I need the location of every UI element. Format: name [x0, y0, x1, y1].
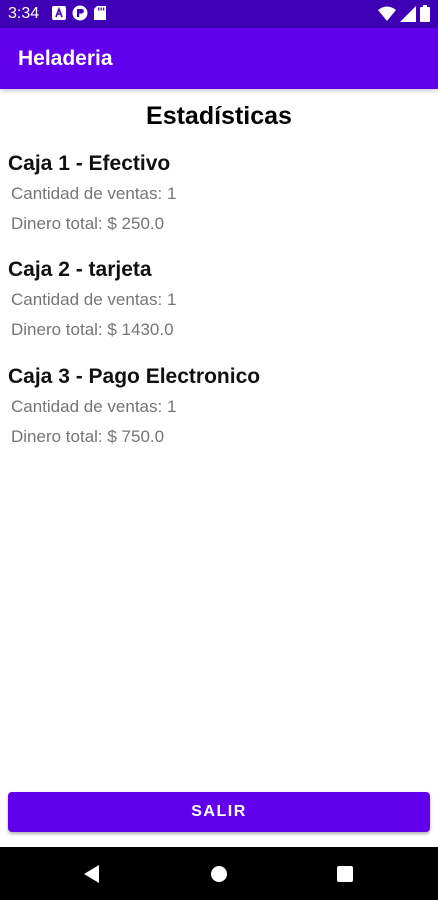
back-icon[interactable]: [83, 864, 101, 889]
sd-card-icon: [94, 6, 106, 25]
app-bar: Heladeria: [0, 28, 438, 89]
record-icon: [72, 5, 88, 26]
page-title: Estadísticas: [146, 102, 292, 130]
dinero-total: Dinero total: $ 250.0: [11, 214, 165, 233]
status-icons-right: [378, 5, 430, 27]
dinero-total: Dinero total: $ 750.0: [11, 427, 165, 446]
a-box-icon: [52, 6, 66, 25]
caja-title: Caja 3 - Pago Electronico: [8, 365, 261, 388]
app-title: Heladeria: [18, 47, 113, 70]
status-time: 3:34: [8, 5, 40, 22]
signal-icon: [400, 5, 416, 27]
cantidad-ventas: Cantidad de ventas: 1: [11, 184, 177, 203]
battery-icon: [420, 5, 430, 27]
status-icons-left: [52, 5, 106, 26]
navigation-bar: [0, 847, 438, 900]
caja-title: Caja 2 - tarjeta: [8, 258, 152, 281]
recents-icon[interactable]: [336, 864, 354, 889]
home-icon[interactable]: [210, 864, 228, 889]
salir-button[interactable]: SALIR: [8, 792, 430, 832]
cantidad-ventas: Cantidad de ventas: 1: [11, 290, 177, 309]
status-bar: 3:34: [0, 0, 438, 28]
caja-title: Caja 1 - Efectivo: [8, 152, 171, 175]
dinero-total: Dinero total: $ 1430.0: [11, 320, 174, 339]
cantidad-ventas: Cantidad de ventas: 1: [11, 397, 177, 416]
wifi-icon: [378, 6, 396, 27]
